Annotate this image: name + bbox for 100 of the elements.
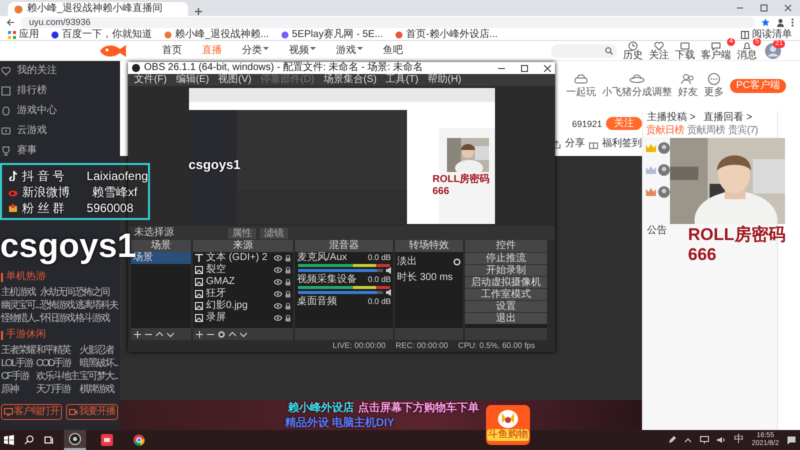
taskbar-app[interactable] bbox=[64, 430, 86, 450]
room-action[interactable]: 一起玩 bbox=[566, 73, 596, 99]
address-field[interactable]: uyu.com/93936 bbox=[21, 17, 755, 28]
source-item[interactable]: 狂牙 bbox=[206, 288, 271, 300]
menu-item[interactable]: 文件(F) bbox=[134, 74, 167, 86]
category-link[interactable]: 恐怖之间 bbox=[74, 287, 118, 299]
lock-icon[interactable] bbox=[285, 302, 291, 310]
gear-icon[interactable] bbox=[453, 258, 461, 266]
panel-link[interactable]: 主播投稿 > bbox=[647, 112, 696, 124]
lock-icon[interactable] bbox=[285, 254, 291, 262]
category-link[interactable]: 幽灵宝可... bbox=[1, 300, 39, 312]
category-link[interactable]: 格斗游戏 bbox=[74, 313, 118, 325]
search-icon[interactable] bbox=[605, 46, 613, 54]
category-link[interactable]: COD手游 bbox=[36, 358, 78, 370]
nav-link[interactable]: 游戏 bbox=[336, 44, 363, 56]
panel-link[interactable]: 直播回看 > bbox=[704, 112, 752, 124]
lock-icon[interactable] bbox=[285, 290, 291, 298]
up-icon[interactable] bbox=[156, 330, 163, 338]
toolbar-button[interactable]: 滤镜 bbox=[260, 228, 288, 238]
category-link[interactable]: 永劫无间 bbox=[40, 287, 74, 299]
eye-icon[interactable] bbox=[274, 315, 282, 321]
source-item[interactable]: 录屏 bbox=[206, 312, 271, 324]
control-button[interactable]: 设置 bbox=[465, 300, 547, 312]
down-icon[interactable] bbox=[240, 330, 247, 338]
chevron-up-icon[interactable] bbox=[684, 436, 692, 444]
room-link[interactable]: 福利签到 bbox=[589, 138, 642, 150]
close-icon[interactable] bbox=[544, 64, 551, 72]
sidebar-item[interactable]: 排行榜 bbox=[1, 81, 119, 101]
category-link[interactable]: 原神 bbox=[1, 384, 35, 396]
eye-icon[interactable] bbox=[274, 291, 282, 297]
category-link[interactable]: 恐怖游戏 bbox=[40, 300, 74, 312]
control-button[interactable]: 停止推流 bbox=[465, 252, 547, 264]
menu-item[interactable]: 帮助(H) bbox=[427, 74, 462, 86]
sidebar-button[interactable]: 我要开播 bbox=[66, 404, 118, 420]
volume-slider[interactable] bbox=[298, 269, 383, 272]
volume-slider[interactable] bbox=[298, 291, 383, 294]
control-button[interactable]: 开始录制 bbox=[465, 264, 547, 276]
windows-icon[interactable] bbox=[4, 435, 14, 445]
menu-item[interactable]: 视图(V) bbox=[218, 74, 252, 86]
control-button[interactable]: 退出 bbox=[465, 312, 547, 324]
lock-icon[interactable] bbox=[285, 278, 291, 286]
duration-field[interactable]: 300 ms bbox=[420, 272, 461, 284]
room-action[interactable]: 小飞猪分成调整 bbox=[602, 73, 672, 99]
category-link[interactable]: 主机游戏 bbox=[1, 287, 39, 299]
bookmark[interactable]: 应用 bbox=[8, 28, 39, 40]
category-link[interactable]: CF手游 bbox=[1, 371, 35, 383]
task-view-icon[interactable] bbox=[44, 435, 54, 445]
speaker-icon[interactable] bbox=[386, 289, 393, 296]
category-link[interactable]: 宝可梦大... bbox=[80, 371, 118, 383]
search-icon[interactable] bbox=[24, 435, 34, 445]
sidebar-item[interactable]: 我的关注 bbox=[1, 61, 119, 81]
bookmark[interactable]: 赖小峰_退役战神赖... bbox=[164, 28, 269, 40]
rank-tab[interactable]: 贡献周榜 bbox=[687, 125, 725, 137]
pen-icon[interactable] bbox=[668, 436, 676, 444]
category-link[interactable]: 天刀手游 bbox=[36, 384, 78, 396]
room-action[interactable]: 好友 bbox=[678, 73, 698, 99]
speaker-icon[interactable] bbox=[386, 267, 393, 274]
nav-link[interactable]: 视频 bbox=[289, 44, 316, 56]
category-link[interactable]: 火影忍者 bbox=[80, 345, 118, 357]
back-icon[interactable] bbox=[6, 18, 15, 27]
category-link[interactable]: 怀旧游戏 bbox=[40, 313, 74, 325]
profile-icon[interactable] bbox=[776, 18, 785, 27]
up-icon[interactable] bbox=[229, 330, 236, 338]
bookmark[interactable]: 首页-赖小峰外设店... bbox=[395, 28, 498, 40]
network-icon[interactable] bbox=[700, 436, 709, 444]
menu-item[interactable]: 编辑(E) bbox=[176, 74, 210, 86]
category-link[interactable]: 逃离塔科夫 bbox=[74, 300, 118, 312]
control-button[interactable]: 启动虚拟摄像机 bbox=[465, 276, 547, 288]
new-tab-icon[interactable] bbox=[194, 7, 203, 16]
sidebar-item[interactable]: 游戏中心 bbox=[1, 101, 119, 121]
menu-icon[interactable] bbox=[791, 18, 794, 27]
room-action[interactable]: 更多 bbox=[704, 73, 724, 99]
eye-icon[interactable] bbox=[274, 303, 282, 309]
category-link[interactable]: 暗黑破坏... bbox=[80, 358, 118, 370]
nav-link[interactable]: 鱼吧 bbox=[383, 44, 403, 56]
category-link[interactable]: 和平精英 bbox=[36, 345, 78, 357]
category-link[interactable]: 棋牌游戏 bbox=[80, 384, 118, 396]
menu-item[interactable]: 场景集合(S) bbox=[323, 74, 377, 86]
sidebar-item[interactable]: 云游戏 bbox=[1, 121, 119, 141]
sidebar-item[interactable]: 赛事 bbox=[1, 141, 119, 161]
star-icon[interactable] bbox=[761, 18, 770, 27]
transition-select[interactable]: 淡出 bbox=[397, 256, 450, 268]
nav-link[interactable]: 首页 bbox=[162, 44, 182, 56]
nav-link[interactable]: 分类 bbox=[242, 44, 269, 56]
notification-icon[interactable] bbox=[787, 436, 796, 444]
header-action[interactable]: 下载 bbox=[675, 40, 695, 60]
add-icon[interactable] bbox=[134, 330, 141, 338]
header-action[interactable]: 关注 bbox=[649, 40, 669, 60]
rank-tab[interactable]: 贵宾(7) bbox=[728, 125, 758, 137]
close-icon[interactable] bbox=[784, 4, 792, 12]
category-link[interactable]: 欢乐斗地主 bbox=[36, 371, 78, 383]
lock-icon[interactable] bbox=[285, 314, 291, 322]
category-link[interactable]: 怪物猎人... bbox=[1, 313, 39, 325]
ime-indicator[interactable]: 中 bbox=[734, 434, 744, 446]
menu-item[interactable]: 工具(T) bbox=[386, 74, 418, 86]
maximize-icon[interactable] bbox=[760, 4, 768, 12]
toolbar-button[interactable]: 属性 bbox=[228, 228, 256, 238]
lock-icon[interactable] bbox=[285, 266, 291, 274]
source-item[interactable]: GMAZ bbox=[206, 276, 271, 288]
category-link[interactable]: 王者荣耀 bbox=[1, 345, 35, 357]
